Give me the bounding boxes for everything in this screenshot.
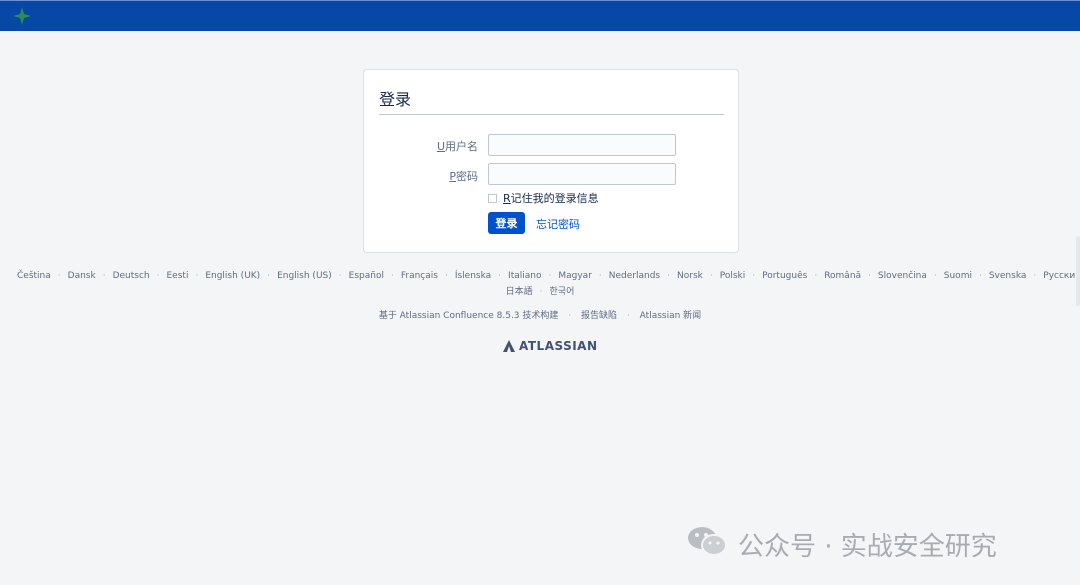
language-link[interactable]: Slovenčina bbox=[878, 271, 927, 281]
language-link[interactable]: Svenska bbox=[989, 271, 1027, 281]
language-separator: · bbox=[709, 271, 713, 281]
username-label-text: 用户名 bbox=[445, 140, 478, 153]
language-separator: · bbox=[338, 271, 342, 281]
username-label: U用户名 bbox=[378, 138, 478, 154]
password-label: P密码 bbox=[378, 168, 478, 184]
wechat-icon bbox=[686, 524, 728, 565]
language-link[interactable]: Français bbox=[401, 271, 438, 281]
footer-separator: · bbox=[568, 311, 572, 321]
forgot-password-link[interactable]: 忘记密码 bbox=[536, 216, 580, 232]
language-link[interactable]: Deutsch bbox=[113, 271, 150, 281]
language-separator: · bbox=[667, 271, 670, 281]
language-link[interactable]: Polski bbox=[720, 271, 746, 281]
password-input[interactable] bbox=[488, 163, 676, 185]
language-separator: · bbox=[978, 271, 982, 281]
language-link[interactable]: Suomi bbox=[944, 271, 972, 281]
remember-me-row[interactable]: R 记住我的登录信息 bbox=[488, 190, 599, 206]
language-separator: · bbox=[156, 271, 160, 281]
atlassian-brand-text: ATLASSIAN bbox=[519, 339, 598, 353]
language-separator: · bbox=[498, 271, 502, 281]
remember-me-label: 记住我的登录信息 bbox=[510, 192, 599, 205]
atlassian-brand[interactable]: ATLASSIAN bbox=[503, 339, 598, 353]
language-link[interactable]: Português bbox=[762, 271, 807, 281]
footer-separator: · bbox=[626, 311, 630, 321]
language-link[interactable]: 日本語 bbox=[506, 287, 533, 297]
language-separator: · bbox=[195, 271, 199, 281]
language-link[interactable]: English (UK) bbox=[205, 271, 260, 281]
scrollbar[interactable] bbox=[1076, 236, 1080, 306]
language-link[interactable]: Norsk bbox=[677, 271, 703, 281]
language-separator: · bbox=[548, 271, 552, 281]
language-separator: · bbox=[102, 271, 106, 281]
language-separator: · bbox=[1033, 271, 1037, 281]
username-accesskey: U bbox=[436, 140, 445, 153]
language-link[interactable]: Íslenska bbox=[455, 271, 491, 281]
footer-links: 基于 Atlassian Confluence 8.5.3 技术构建 · 报告缺… bbox=[0, 308, 1080, 321]
language-link[interactable]: English (US) bbox=[277, 271, 332, 281]
language-separator: · bbox=[444, 271, 448, 281]
remember-me-checkbox[interactable] bbox=[488, 193, 497, 203]
language-link[interactable]: Русский bbox=[1043, 271, 1080, 281]
language-link[interactable]: Magyar bbox=[558, 271, 592, 281]
language-separator: · bbox=[933, 271, 937, 281]
password-label-text: 密码 bbox=[456, 170, 478, 183]
top-navigation-bar bbox=[0, 0, 1080, 31]
language-link[interactable]: Čeština bbox=[17, 271, 51, 281]
confluence-logo-icon[interactable] bbox=[12, 6, 32, 26]
language-separator: · bbox=[539, 287, 543, 297]
wechat-watermark: 公众号 · 实战安全研究 bbox=[686, 524, 997, 565]
atlassian-news-link[interactable]: Atlassian 新闻 bbox=[640, 311, 702, 321]
language-separator: · bbox=[57, 271, 61, 281]
powered-by-link[interactable]: 基于 Atlassian Confluence 8.5.3 技术构建 bbox=[379, 311, 559, 321]
language-separator: · bbox=[390, 271, 394, 281]
language-link[interactable]: Eesti bbox=[167, 271, 189, 281]
language-list-secondary: 日本語 · 한국어 bbox=[0, 286, 1080, 298]
login-title: 登录 bbox=[379, 90, 412, 109]
login-card: 登录 U用户名 P密码 R 记住我的登录信息 登录 忘记密码 bbox=[363, 69, 739, 253]
password-accesskey: P bbox=[449, 170, 456, 183]
atlassian-logo-icon bbox=[503, 340, 515, 352]
language-separator: · bbox=[868, 271, 871, 281]
watermark-text: 公众号 · 实战安全研究 bbox=[738, 532, 997, 562]
language-separator: · bbox=[267, 271, 271, 281]
language-separator: · bbox=[752, 271, 756, 281]
language-link[interactable]: Română bbox=[824, 271, 861, 281]
language-separator: · bbox=[814, 271, 818, 281]
language-link[interactable]: 한국어 bbox=[550, 287, 575, 297]
language-link[interactable]: Dansk bbox=[68, 271, 96, 281]
report-bug-link[interactable]: 报告缺陷 bbox=[581, 311, 617, 321]
language-link[interactable]: Español bbox=[349, 271, 384, 281]
remember-accesskey: R bbox=[503, 191, 511, 205]
language-separator: · bbox=[598, 271, 602, 281]
login-button[interactable]: 登录 bbox=[488, 212, 525, 234]
language-list-primary: Čeština · Dansk · Deutsch · Eesti · English (UK)… bbox=[17, 270, 1080, 282]
title-divider bbox=[379, 114, 724, 115]
language-link[interactable]: Nederlands bbox=[609, 271, 660, 281]
username-input[interactable] bbox=[488, 134, 676, 156]
language-link[interactable]: Italiano bbox=[508, 271, 541, 281]
